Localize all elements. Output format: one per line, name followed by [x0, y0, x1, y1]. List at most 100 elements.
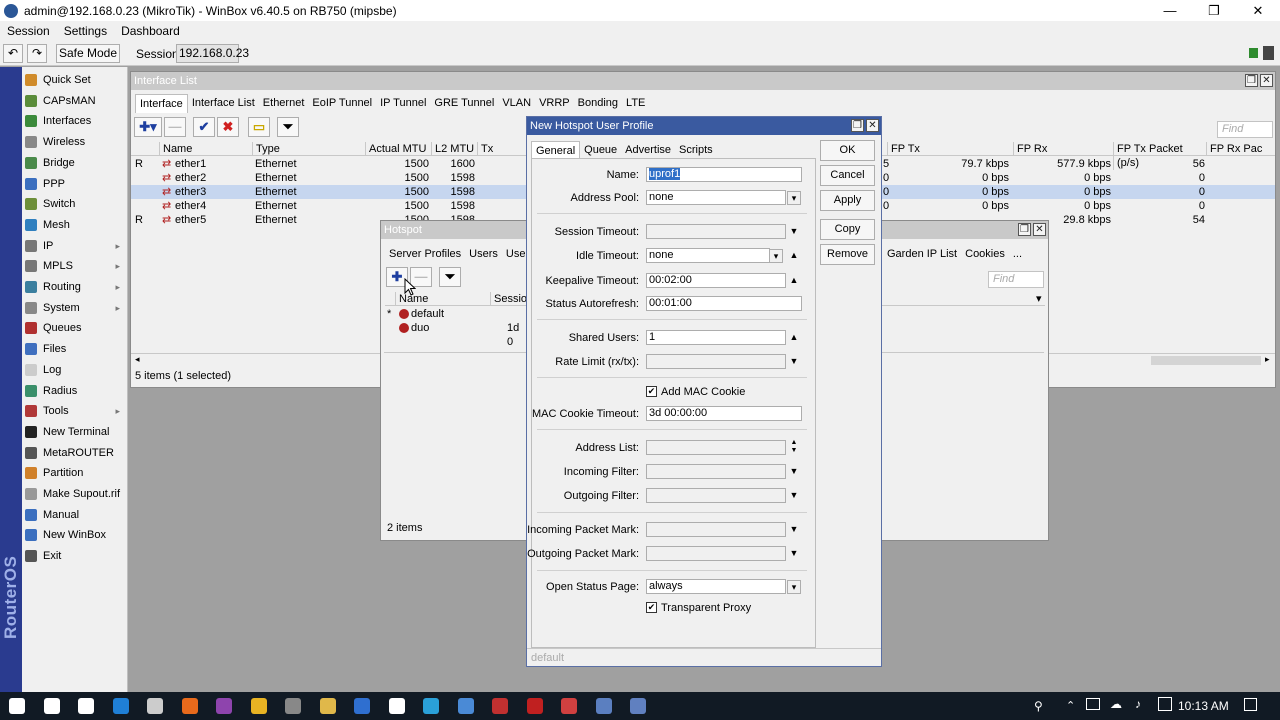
sidebar-item-switch[interactable]: Switch	[22, 194, 128, 214]
tab-vlan[interactable]: VLAN	[498, 94, 535, 113]
sidebar-item-partition[interactable]: Partition	[22, 463, 128, 483]
tab-cookies[interactable]: Cookies	[961, 245, 1009, 263]
battery-icon[interactable]	[1086, 698, 1100, 710]
explorer-icon[interactable]	[319, 698, 336, 714]
add-mac-cookie-checkbox[interactable]: ✔	[646, 386, 657, 397]
table-row[interactable]: duo 1d 0	[387, 321, 527, 348]
volume-icon[interactable]: ♪	[1135, 697, 1141, 711]
sidebar-item-log[interactable]: Log	[22, 360, 128, 380]
address-pool-select[interactable]: none	[646, 190, 786, 205]
input-icon[interactable]	[1158, 697, 1172, 711]
col-name[interactable]: Name	[159, 142, 253, 156]
filezilla-icon[interactable]	[526, 698, 543, 714]
redo-button[interactable]: ↷	[27, 44, 47, 63]
app4-icon[interactable]	[630, 698, 646, 714]
app2-icon[interactable]	[285, 698, 301, 714]
sidebar-item-new-terminal[interactable]: New Terminal	[22, 422, 128, 442]
tab-ethernet[interactable]: Ethernet	[259, 94, 309, 113]
tab-garden-ip-list[interactable]: Garden IP List	[883, 245, 961, 263]
tab-interface[interactable]: Interface	[135, 94, 188, 113]
remove-icon[interactable]: —	[164, 117, 186, 137]
network-icon[interactable]: ☁	[1110, 697, 1122, 711]
open-status-page-select[interactable]: always	[646, 579, 786, 594]
ok-button[interactable]: OK	[820, 140, 875, 161]
session-timeout-input[interactable]	[646, 224, 786, 239]
enable-icon[interactable]: ✔	[193, 117, 215, 137]
sidebar-item-capsman[interactable]: CAPsMAN	[22, 91, 128, 111]
shared-users-toggle-icon[interactable]: ▲	[787, 332, 801, 342]
tab-lte[interactable]: LTE	[622, 94, 649, 113]
box-icon[interactable]	[457, 698, 474, 714]
rate-limit-input[interactable]	[646, 354, 786, 369]
outgoing-filter-dropdown-icon[interactable]: ▼	[787, 490, 801, 500]
address-pool-dropdown-icon[interactable]: ▾	[787, 191, 801, 205]
outgoing-packet-mark-input[interactable]	[646, 546, 786, 561]
notifications-icon[interactable]	[1244, 698, 1257, 711]
app3-icon[interactable]	[561, 698, 577, 714]
tab-vrrp[interactable]: VRRP	[535, 94, 574, 113]
open-status-page-dropdown-icon[interactable]: ▾	[787, 580, 801, 594]
safe-mode-button[interactable]: Safe Mode	[56, 44, 120, 63]
app-icon[interactable]	[216, 698, 232, 714]
col-l2-mtu[interactable]: L2 MTU	[431, 142, 478, 156]
incoming-filter-dropdown-icon[interactable]: ▼	[787, 466, 801, 476]
sidebar-item-mpls[interactable]: MPLS ▸	[22, 256, 128, 276]
sidebar-item-quick-set[interactable]: Quick Set	[22, 70, 128, 90]
sidebar-item-exit[interactable]: Exit	[22, 546, 128, 566]
remove-button[interactable]: Remove	[820, 244, 875, 265]
winbox-icon[interactable]	[354, 698, 370, 714]
tab-ip-tunnel[interactable]: IP Tunnel	[376, 94, 430, 113]
session-timeout-dropdown-icon[interactable]: ▼	[787, 226, 801, 236]
scroll-thumb[interactable]	[1151, 356, 1261, 365]
col-actual-mtu[interactable]: Actual MTU	[365, 142, 432, 156]
mail-icon[interactable]	[388, 698, 405, 714]
incoming-filter-input[interactable]	[646, 464, 786, 479]
close-icon[interactable]: ✕	[1033, 223, 1046, 236]
clock-time[interactable]: 10:13 AM	[1178, 699, 1229, 713]
store-icon[interactable]	[147, 698, 163, 714]
table-row[interactable]: * default	[387, 307, 527, 321]
col-tx[interactable]: Tx	[477, 142, 527, 156]
transparent-proxy-checkbox[interactable]: ✔	[646, 602, 657, 613]
sidebar-item-ppp[interactable]: PPP	[22, 174, 128, 194]
sidebar-item-queues[interactable]: Queues	[22, 318, 128, 338]
start-icon[interactable]	[9, 698, 25, 714]
sidebar-item-radius[interactable]: Radius	[22, 381, 128, 401]
outgoing-packet-mark-dropdown-icon[interactable]: ▼	[787, 548, 801, 558]
disable-icon[interactable]: ✖	[217, 117, 239, 137]
close-icon[interactable]: ✕	[866, 119, 879, 132]
restore-icon[interactable]: ❐	[851, 119, 864, 132]
find-input[interactable]: Find	[988, 271, 1044, 288]
apply-button[interactable]: Apply	[820, 190, 875, 211]
close-icon[interactable]: ✕	[1260, 74, 1273, 87]
outgoing-filter-input[interactable]	[646, 488, 786, 503]
column-menu-icon[interactable]: ▾	[1033, 292, 1042, 306]
restore-icon[interactable]: ❐	[1018, 223, 1031, 236]
search-icon[interactable]	[43, 698, 60, 714]
photos-icon[interactable]	[423, 698, 439, 714]
interface-list-titlebar[interactable]: Interface List	[131, 72, 1275, 90]
tab-interface-list[interactable]: Interface List	[188, 94, 259, 113]
dialog-titlebar[interactable]: New Hotspot User Profile	[527, 117, 881, 135]
sidebar-item-make-supout-rif[interactable]: Make Supout.rif	[22, 484, 128, 504]
sidebar-item-metarouter[interactable]: MetaROUTER	[22, 443, 128, 463]
add-icon[interactable]: ✚▾	[134, 117, 162, 137]
sidebar-item-new-winbox[interactable]: New WinBox	[22, 525, 128, 545]
people-icon[interactable]: ⚲	[1034, 699, 1043, 713]
tab-users[interactable]: Users	[465, 245, 502, 263]
chrome-icon[interactable]	[250, 698, 267, 714]
col-type[interactable]: Type	[252, 142, 365, 156]
pdf-icon[interactable]	[492, 698, 508, 714]
name-input[interactable]: uprof1	[646, 167, 802, 182]
filter-icon[interactable]: ⏷	[439, 267, 461, 287]
col-fp-rx[interactable]: FP Rx	[1013, 142, 1113, 156]
tab-gre-tunnel[interactable]: GRE Tunnel	[430, 94, 498, 113]
copy-button[interactable]: Copy	[820, 219, 875, 240]
virtualbox-icon[interactable]	[595, 698, 612, 714]
sidebar-item-tools[interactable]: Tools ▸	[22, 401, 128, 421]
maximize-button[interactable]: ❐	[1192, 0, 1236, 21]
idle-timeout-select[interactable]: none	[646, 248, 770, 263]
menu-dashboard[interactable]: Dashboard	[114, 24, 187, 38]
sidebar-item-bridge[interactable]: Bridge	[22, 153, 128, 173]
rate-limit-dropdown-icon[interactable]: ▼	[787, 356, 801, 366]
